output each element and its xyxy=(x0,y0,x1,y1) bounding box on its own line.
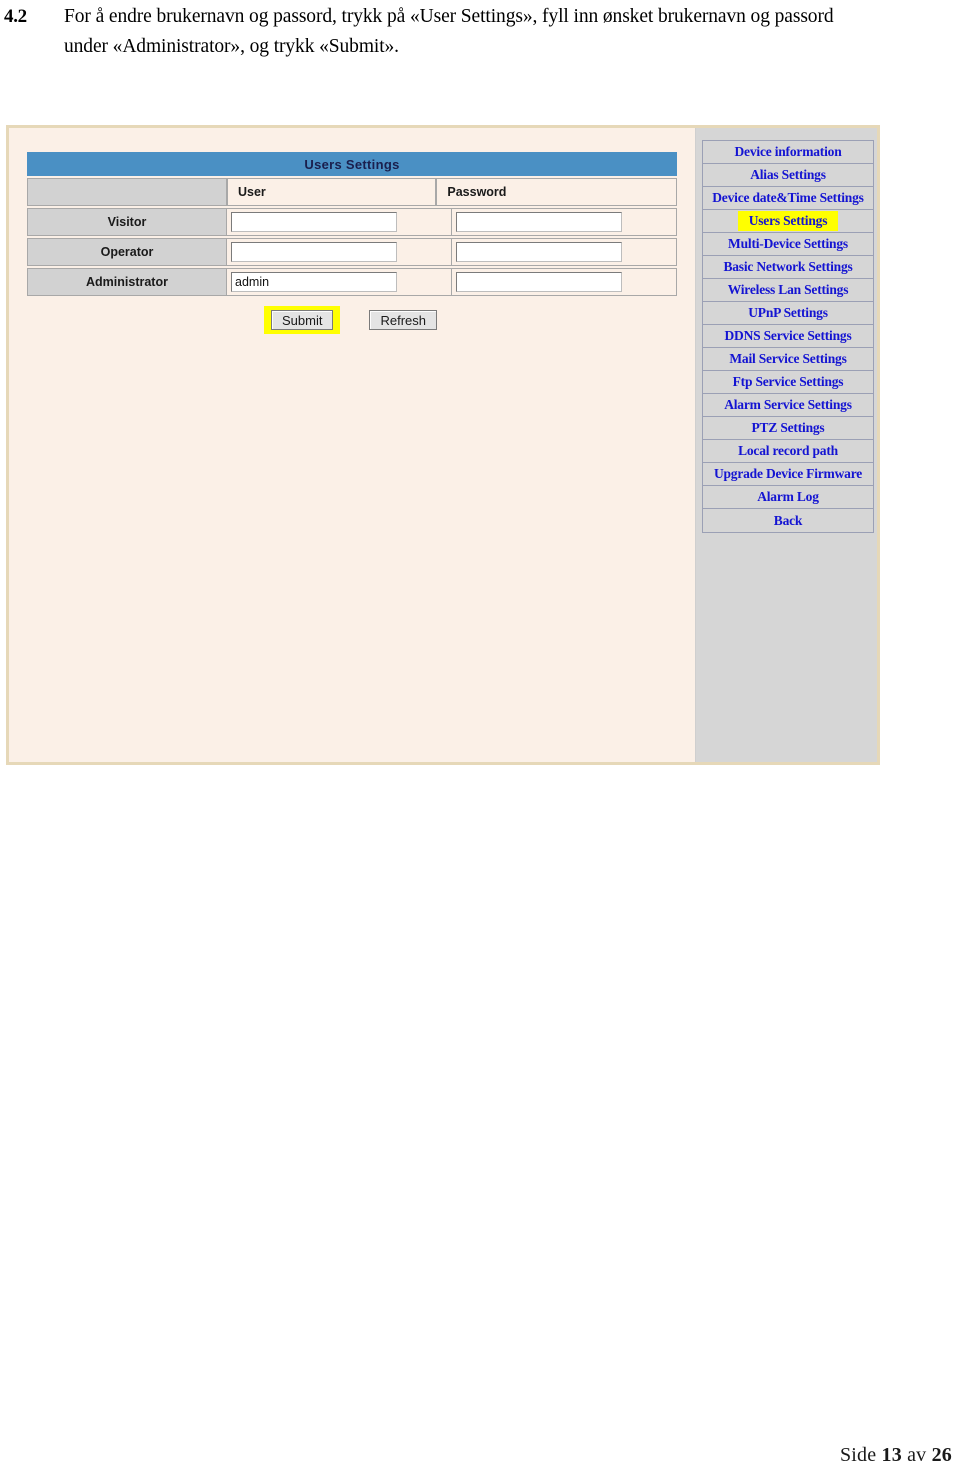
visitor-password-input[interactable] xyxy=(456,212,622,232)
footer-total-pages: 26 xyxy=(931,1444,952,1466)
cell-operator-user xyxy=(227,238,452,266)
footer-prefix: Side xyxy=(839,1444,877,1466)
menu-item-alarm-service-settings[interactable]: Alarm Service Settings xyxy=(703,394,873,417)
menu-item-label: Device date&Time Settings xyxy=(712,190,864,205)
menu-item-label: Alarm Log xyxy=(757,489,819,504)
page-footer: Side 13 av 26 xyxy=(840,1444,952,1467)
menu-item-upnp-settings[interactable]: UPnP Settings xyxy=(703,302,873,325)
table-row: Administrator admin xyxy=(27,268,677,296)
menu-item-ptz-settings[interactable]: PTZ Settings xyxy=(703,417,873,440)
menu-item-ddns-service-settings[interactable]: DDNS Service Settings xyxy=(703,325,873,348)
menu-item-label: PTZ Settings xyxy=(751,420,825,435)
instruction-text-line2: under «Administrator», og trykk «Submit»… xyxy=(64,36,399,57)
header-cell-role xyxy=(27,178,227,206)
submit-button-highlight: Submit xyxy=(264,306,341,334)
operator-password-input[interactable] xyxy=(456,242,622,262)
menu-item-label: Users Settings xyxy=(738,212,838,230)
refresh-button[interactable]: Refresh xyxy=(369,310,437,330)
cell-visitor-user xyxy=(227,208,452,236)
menu-item-label: Device information xyxy=(734,144,842,159)
menu-item-label: Alarm Service Settings xyxy=(724,397,852,412)
menu-item-basic-network-settings[interactable]: Basic Network Settings xyxy=(703,256,873,279)
row-label-administrator: Administrator xyxy=(27,268,227,296)
document-instruction-block: 4.2 For å endre brukernavn og passord, t… xyxy=(0,0,960,62)
menu-item-back[interactable]: Back xyxy=(703,509,873,532)
operator-user-input[interactable] xyxy=(231,242,397,262)
menu-item-device-date-time-settings[interactable]: Device date&Time Settings xyxy=(703,187,873,210)
cell-operator-password xyxy=(452,238,677,266)
menu-item-label: Multi-Device Settings xyxy=(728,236,848,251)
menu-item-label: Back xyxy=(773,512,803,528)
instruction-text-line1: For å endre brukernavn og passord, trykk… xyxy=(64,6,834,27)
menu-item-label: Mail Service Settings xyxy=(729,351,847,366)
instruction-first-line: 4.2 For å endre brukernavn og passord, t… xyxy=(4,2,956,32)
administrator-password-input[interactable] xyxy=(456,272,622,292)
menu-item-users-settings[interactable]: Users Settings xyxy=(703,210,873,233)
settings-menu-pane: Device information Alias Settings Device… xyxy=(695,128,877,762)
table-row: Visitor xyxy=(27,208,677,236)
menu-item-label: Upgrade Device Firmware xyxy=(713,466,863,481)
menu-item-multi-device-settings[interactable]: Multi-Device Settings xyxy=(703,233,873,256)
cell-administrator-password xyxy=(452,268,677,296)
menu-item-wireless-lan-settings[interactable]: Wireless Lan Settings xyxy=(703,279,873,302)
table-row: Operator xyxy=(27,238,677,266)
administrator-user-input[interactable]: admin xyxy=(231,272,397,292)
row-label-operator: Operator xyxy=(27,238,227,266)
cell-visitor-password xyxy=(452,208,677,236)
settings-menu-list: Device information Alias Settings Device… xyxy=(702,140,874,533)
menu-item-mail-service-settings[interactable]: Mail Service Settings xyxy=(703,348,873,371)
menu-item-ftp-service-settings[interactable]: Ftp Service Settings xyxy=(703,371,873,394)
menu-item-label: Local record path xyxy=(738,443,838,458)
row-label-visitor: Visitor xyxy=(27,208,227,236)
menu-item-alias-settings[interactable]: Alias Settings xyxy=(703,164,873,187)
menu-item-label: Ftp Service Settings xyxy=(732,374,844,389)
users-settings-table: Users Settings User Password Visitor Ope… xyxy=(27,152,678,296)
content-pane: Users Settings User Password Visitor Ope… xyxy=(9,128,695,762)
header-cell-password: Password xyxy=(436,178,678,206)
submit-button[interactable]: Submit xyxy=(271,310,334,330)
users-settings-title: Users Settings xyxy=(27,152,677,176)
menu-item-label: Wireless Lan Settings xyxy=(727,282,849,297)
refresh-button-wrap: Refresh xyxy=(362,306,444,334)
menu-item-label: DDNS Service Settings xyxy=(724,328,852,343)
camera-ui-body: Users Settings User Password Visitor Ope… xyxy=(9,128,877,762)
menu-item-local-record-path[interactable]: Local record path xyxy=(703,440,873,463)
section-number: 4.2 xyxy=(4,6,27,27)
camera-web-ui-screenshot: Users Settings User Password Visitor Ope… xyxy=(6,125,880,765)
menu-item-label: Alias Settings xyxy=(750,167,826,182)
cell-administrator-user: admin xyxy=(227,268,452,296)
menu-item-alarm-log[interactable]: Alarm Log xyxy=(703,486,873,509)
visitor-user-input[interactable] xyxy=(231,212,397,232)
menu-item-upgrade-device-firmware[interactable]: Upgrade Device Firmware xyxy=(703,463,873,486)
footer-middle: av xyxy=(907,1444,927,1466)
menu-item-label: UPnP Settings xyxy=(748,305,828,320)
header-cell-user: User xyxy=(227,178,437,206)
table-header-row: User Password xyxy=(27,178,678,206)
menu-item-device-information[interactable]: Device information xyxy=(703,141,873,164)
footer-current-page: 13 xyxy=(881,1444,902,1466)
form-button-row: Submit Refresh xyxy=(264,306,444,334)
menu-item-label: Basic Network Settings xyxy=(723,259,853,274)
